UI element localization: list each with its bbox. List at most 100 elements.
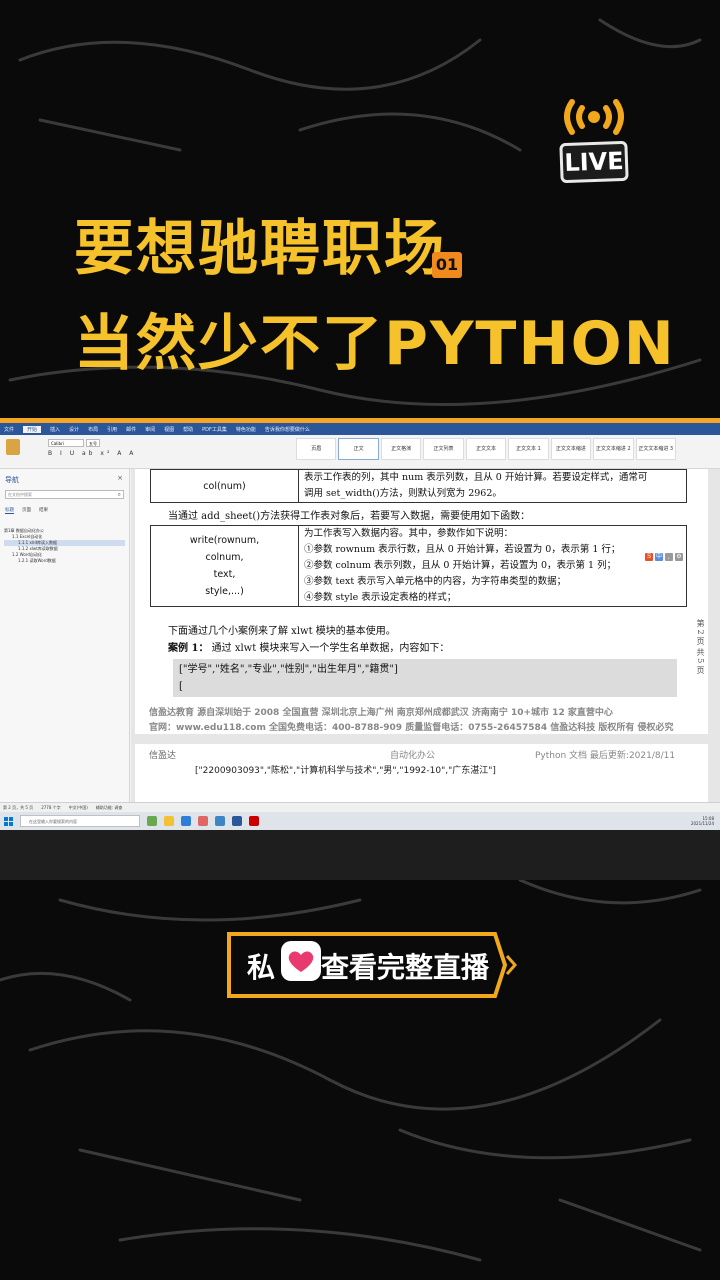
paste-icon[interactable] xyxy=(6,439,20,455)
cta-prefix: 私 xyxy=(247,951,276,984)
nav-tab-headings[interactable]: 标题 xyxy=(5,507,14,514)
table-text: ③参数 text 表示写入单元格中的内容，为字符串类型的数据； xyxy=(304,576,567,587)
dark-band xyxy=(0,830,720,880)
document-page[interactable]: col(num) 表示工作表的列，其中 num 表示列数，且从 0 开始计算。若… xyxy=(135,469,708,734)
ime-mode-icon[interactable]: 中 xyxy=(655,553,663,561)
page-footer-line: 信盈达教育 源自深圳始于 2008 全国直营 深圳北京上海广州 南京郑州成都武汉… xyxy=(149,708,613,718)
font-size-select[interactable]: 五号 xyxy=(86,439,100,447)
table-text: 调用 set_width()方法，则默认列宽为 2962。 xyxy=(304,488,502,499)
close-icon[interactable]: × xyxy=(117,474,123,482)
cta-text: 私 查看完整直播 xyxy=(247,946,489,986)
app-icon[interactable] xyxy=(198,816,208,826)
windows-start-icon[interactable] xyxy=(4,816,13,826)
function-table-2: write(rownum, colnum, text, style,...) 为… xyxy=(150,525,687,607)
tab-layout[interactable]: 布局 xyxy=(88,426,98,433)
styles-gallery: 页眉 正文 正文格演 正文列表 正文文本 正文文本 1 正文文本缩进 正文文本缩… xyxy=(296,438,676,460)
tab-help[interactable]: 帮助 xyxy=(183,426,193,433)
style-item[interactable]: 正文文本缩进 3 xyxy=(635,438,676,460)
status-words[interactable]: 2778 个字 xyxy=(41,805,60,811)
cta-suffix: 查看完整直播 xyxy=(321,951,490,984)
broadcast-icon xyxy=(564,99,624,135)
nav-title: 导航 xyxy=(5,476,19,484)
code-block: ["学号","姓名","专业","性别","出生年月","籍贯"] [ xyxy=(173,659,677,697)
code-line: [ xyxy=(179,681,183,692)
format-tools[interactable]: B I U ab x² A A xyxy=(48,450,136,457)
tab-review[interactable]: 审阅 xyxy=(145,426,155,433)
param-text: write(rownum, xyxy=(189,535,260,546)
tab-insert[interactable]: 插入 xyxy=(50,426,60,433)
nav-tab-results[interactable]: 结果 xyxy=(39,507,48,514)
style-item[interactable]: 正文文本 xyxy=(465,438,507,460)
status-bar: 第 2 页，共 5 页 2778 个字 中文(中国) 辅助功能: 调查 xyxy=(0,802,720,812)
function-table-1: col(num) 表示工作表的列，其中 num 表示列数，且从 0 开始计算。若… xyxy=(150,469,687,503)
tab-mailings[interactable]: 邮件 xyxy=(126,426,136,433)
nav-tab-pages[interactable]: 页面 xyxy=(22,507,31,514)
tab-view[interactable]: 视图 xyxy=(164,426,174,433)
page-header-left: 信盈达 xyxy=(149,751,177,761)
folder-icon[interactable] xyxy=(164,816,174,826)
style-item[interactable]: 正文格演 xyxy=(380,438,422,460)
ime-settings-icon[interactable]: ⚙ xyxy=(675,553,683,561)
browser-icon[interactable] xyxy=(181,816,191,826)
ime-punct-icon[interactable]: , xyxy=(665,553,673,561)
cta-watch-full-live[interactable]: 私 查看完整直播 xyxy=(225,930,518,1000)
style-item[interactable]: 页眉 xyxy=(296,438,337,460)
status-accessibility[interactable]: 辅助功能: 调查 xyxy=(96,805,123,811)
style-item[interactable]: 正文文本 1 xyxy=(508,438,549,460)
param-text: text, xyxy=(213,569,236,580)
param-text: colnum, xyxy=(205,552,244,563)
word-screenshot: 文件 开始 插入 设计 布局 引用 邮件 审阅 视图 帮助 PDF工具集 特色功… xyxy=(0,418,720,830)
font-name-select[interactable]: Calibri xyxy=(48,439,84,447)
tab-design[interactable]: 设计 xyxy=(69,426,79,433)
nav-search-input[interactable]: 在文档中搜索 ⌕ xyxy=(5,490,124,499)
case-paragraph: 案例 1： 通过 xlwt 模块来写入一个学生名单数据，内容如下： xyxy=(168,639,449,654)
headline-line-1: 要想驰聘职场 xyxy=(74,214,446,284)
style-item[interactable]: 正文文本缩进 xyxy=(550,438,592,460)
style-item[interactable]: 正文文本缩进 2 xyxy=(593,438,634,460)
ime-logo-icon[interactable]: S xyxy=(645,553,653,561)
tab-references[interactable]: 引用 xyxy=(107,426,117,433)
app-icon[interactable] xyxy=(215,816,225,826)
table-text: 表示工作表的列，其中 num 表示列数，且从 0 开始计算。若要设定样式，通常可 xyxy=(304,472,648,483)
tab-features[interactable]: 特色功能 xyxy=(236,426,256,433)
workspace: 导航 × 在文档中搜索 ⌕ 标题 页面 结果 第1章 数据自动化办公 1.1 E… xyxy=(0,469,720,804)
side-page-indicator: 第 2 页 共 5 页 xyxy=(696,619,705,674)
status-language[interactable]: 中文(中国) xyxy=(69,805,88,811)
navigation-pane: 导航 × 在文档中搜索 ⌕ 标题 页面 结果 第1章 数据自动化办公 1.1 E… xyxy=(0,469,130,802)
live-label: LIVE xyxy=(559,140,629,184)
tell-me-search[interactable]: 告诉我你想要做什么 xyxy=(265,426,310,433)
search-icon[interactable]: ⌕ xyxy=(118,491,121,499)
table-text: ①参数 rownum 表示行数，且从 0 开始计算，若设置为 0，表示第 1 行… xyxy=(304,544,621,555)
paragraph: 下面通过几个小案例来了解 xlwt 模块的基本使用。 xyxy=(168,626,396,637)
case-text: 通过 xlwt 模块来写入一个学生名单数据，内容如下： xyxy=(211,643,450,654)
ribbon-tab-bar: 文件 开始 插入 设计 布局 引用 邮件 审阅 视图 帮助 PDF工具集 特色功… xyxy=(0,423,720,435)
nav-tree: 第1章 数据自动化办公 1.1 Excel自动化 1.1.1 xlrd库读入数据… xyxy=(0,516,129,576)
table-cell: col(num) xyxy=(150,469,299,503)
page-header-right: Python 文档 最后更新:2021/8/11 xyxy=(535,751,676,761)
document-area[interactable]: col(num) 表示工作表的列，其中 num 表示列数，且从 0 开始计算。若… xyxy=(131,469,720,804)
paragraph: 当通过 add_sheet()方法获得工作表对象后，若要写入数据，需要使用如下函… xyxy=(168,511,531,522)
word-app-icon[interactable] xyxy=(232,816,242,826)
style-item[interactable]: 正文列表 xyxy=(423,438,464,460)
windows-taskbar: 在这里输入你要搜索的内容 15:08 2021/11/24 xyxy=(0,812,720,830)
live-badge: LIVE xyxy=(556,92,632,192)
clock-date: 2021/11/24 xyxy=(690,821,714,826)
headline-line-2: 当然少不了PYTHON xyxy=(74,309,676,379)
nav-heading[interactable]: 1.2.1 读取Word数据 xyxy=(4,558,125,564)
document-page-2[interactable]: 信盈达 自动化办公 Python 文档 最后更新:2021/8/11 ["220… xyxy=(135,744,708,804)
status-page[interactable]: 第 2 页，共 5 页 xyxy=(3,805,33,811)
app-icon[interactable] xyxy=(147,816,157,826)
tab-file[interactable]: 文件 xyxy=(4,426,14,433)
ime-toolbar[interactable]: S 中 , ⚙ xyxy=(645,553,689,562)
taskbar-search[interactable]: 在这里输入你要搜索的内容 xyxy=(20,815,140,827)
table-cell: 为工作表写入数据内容。其中，参数作如下说明： ①参数 rownum 表示行数，且… xyxy=(298,525,687,607)
ribbon-toolbar: Calibri 五号 B I U ab x² A A 页眉 正文 正文格演 正文… xyxy=(0,435,720,469)
app-icon[interactable] xyxy=(249,816,259,826)
nav-search-placeholder: 在文档中搜索 xyxy=(8,492,32,497)
system-clock[interactable]: 15:08 2021/11/24 xyxy=(691,816,720,826)
style-item[interactable]: 正文 xyxy=(338,438,379,460)
tab-pdf-tools[interactable]: PDF工具集 xyxy=(202,426,227,433)
param-text: style,...) xyxy=(205,586,244,597)
tab-home[interactable]: 开始 xyxy=(23,425,42,433)
page-footer-line: 官网：www.edu118.com 全国免费电话：400-8788-909 质量… xyxy=(149,723,674,733)
